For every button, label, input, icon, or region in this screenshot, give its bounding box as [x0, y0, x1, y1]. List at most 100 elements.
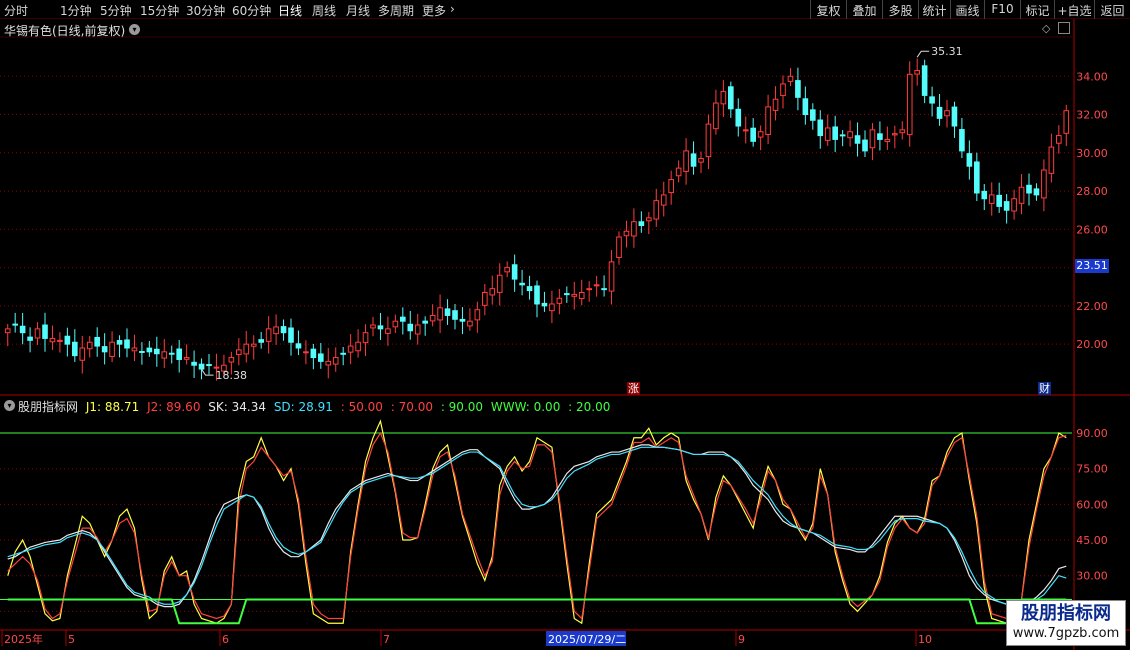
candle-up — [742, 129, 749, 132]
x-tick-label: 5 — [68, 633, 75, 646]
candle-up — [236, 349, 242, 355]
price-tick-label: 22.00 — [1076, 300, 1108, 313]
candle-down — [750, 127, 756, 142]
chart-canvas[interactable]: 20.0022.0024.0026.0028.0030.0032.0034.00… — [0, 0, 1130, 650]
candle-up — [414, 324, 421, 335]
candle-up — [556, 297, 563, 304]
candle-up — [1056, 135, 1062, 144]
candle-down — [72, 341, 78, 357]
candle-down — [1026, 184, 1032, 194]
candle-down — [854, 135, 861, 144]
finance-badge[interactable]: 财 — [1038, 382, 1051, 395]
candle-down — [690, 153, 697, 167]
candle-down — [27, 336, 33, 341]
candle-up — [213, 366, 220, 369]
candle-up — [668, 179, 674, 194]
title-dropdown-icon[interactable]: ▾ — [129, 24, 140, 35]
candle-up — [683, 150, 689, 172]
indicator-tick-label: 75.00 — [1076, 463, 1108, 476]
candle-down — [19, 325, 26, 334]
legend-sd: SD: 28.91 — [273, 400, 333, 414]
legend-www: WWW: 0.00 — [490, 400, 561, 414]
candle-down — [728, 86, 734, 110]
candle-down — [936, 106, 943, 119]
candle-up — [847, 131, 853, 139]
candle-down — [459, 318, 466, 322]
candle-up — [616, 236, 622, 258]
candle-up — [392, 320, 399, 328]
candle-down — [981, 190, 988, 200]
x-tick-label: 9 — [738, 633, 745, 646]
annotations: 35.31 18.38 — [201, 45, 963, 382]
candle-up — [1048, 146, 1055, 174]
candle-down — [839, 134, 846, 137]
candle-down — [318, 353, 324, 362]
candle-down — [564, 293, 570, 296]
candle-up — [705, 123, 712, 158]
price-tick-label: 26.00 — [1076, 223, 1108, 236]
price-tick-label: 20.00 — [1076, 338, 1108, 351]
candle-up — [429, 314, 436, 322]
indicator-dropdown-icon[interactable]: ▾ — [4, 400, 15, 411]
candle-up — [653, 200, 660, 220]
candle-down — [280, 326, 287, 334]
x-tick-label: 7 — [383, 633, 390, 646]
candle-down — [1033, 188, 1040, 196]
candle-up — [571, 293, 578, 297]
candle-up — [161, 351, 168, 359]
candle-down — [176, 348, 182, 360]
maximize-icon[interactable] — [1058, 22, 1070, 34]
candle-down — [400, 316, 406, 322]
candle-down — [340, 352, 346, 355]
stock-title-text: 华锡有色(日线,前复权) — [4, 24, 126, 38]
candle-up — [899, 129, 906, 134]
indicator-tick-label: 30.00 — [1076, 570, 1108, 583]
grid-lines — [0, 19, 1130, 650]
candle-up — [243, 343, 250, 355]
candle-up — [467, 320, 473, 327]
candle-down — [42, 324, 48, 339]
candle-up — [183, 357, 190, 360]
candle-up — [593, 284, 600, 287]
candle-down — [929, 96, 935, 104]
candle-down — [422, 320, 428, 324]
candle-up — [824, 127, 831, 141]
candle-up — [765, 106, 771, 136]
candle-up — [355, 341, 361, 352]
candle-up — [631, 221, 637, 237]
candle-up — [273, 326, 279, 335]
candle-down — [996, 194, 1002, 207]
candles — [4, 58, 1070, 381]
candle-up — [787, 75, 794, 82]
candle-down — [377, 325, 384, 330]
candle-up — [347, 345, 354, 353]
candle-down — [959, 129, 965, 152]
candle-up — [49, 337, 56, 343]
candle-up — [906, 73, 913, 136]
indicator-name: 股朋指标网 — [18, 400, 79, 414]
candle-down — [817, 119, 824, 137]
candle-up — [34, 328, 41, 339]
price-tick-label: 28.00 — [1076, 185, 1108, 198]
candle-up — [549, 303, 555, 312]
stock-title: 华锡有色(日线,前复权) — [4, 22, 125, 39]
candle-down — [444, 308, 451, 316]
candle-down — [124, 339, 130, 349]
x-tick-label: 10 — [918, 633, 932, 646]
rise-badge[interactable]: 涨 — [627, 382, 640, 395]
candle-down — [534, 285, 540, 305]
candle-up — [713, 102, 719, 130]
candle-up — [914, 70, 920, 75]
candle-up — [884, 138, 891, 143]
candle-up — [362, 332, 369, 344]
diamond-icon[interactable]: ◇ — [1042, 22, 1050, 35]
legend-j1: J1: 88.71 — [85, 400, 140, 414]
legend-line-20: : 20.00 — [568, 400, 611, 414]
candle-up — [892, 133, 898, 136]
y-axis: 20.0022.0024.0026.0028.0030.0032.0034.00… — [1076, 70, 1108, 618]
price-tick-label: 30.00 — [1076, 147, 1108, 160]
candle-down — [735, 108, 742, 127]
candle-up — [303, 351, 309, 354]
candle-down — [94, 336, 100, 347]
candle-down — [12, 323, 18, 326]
